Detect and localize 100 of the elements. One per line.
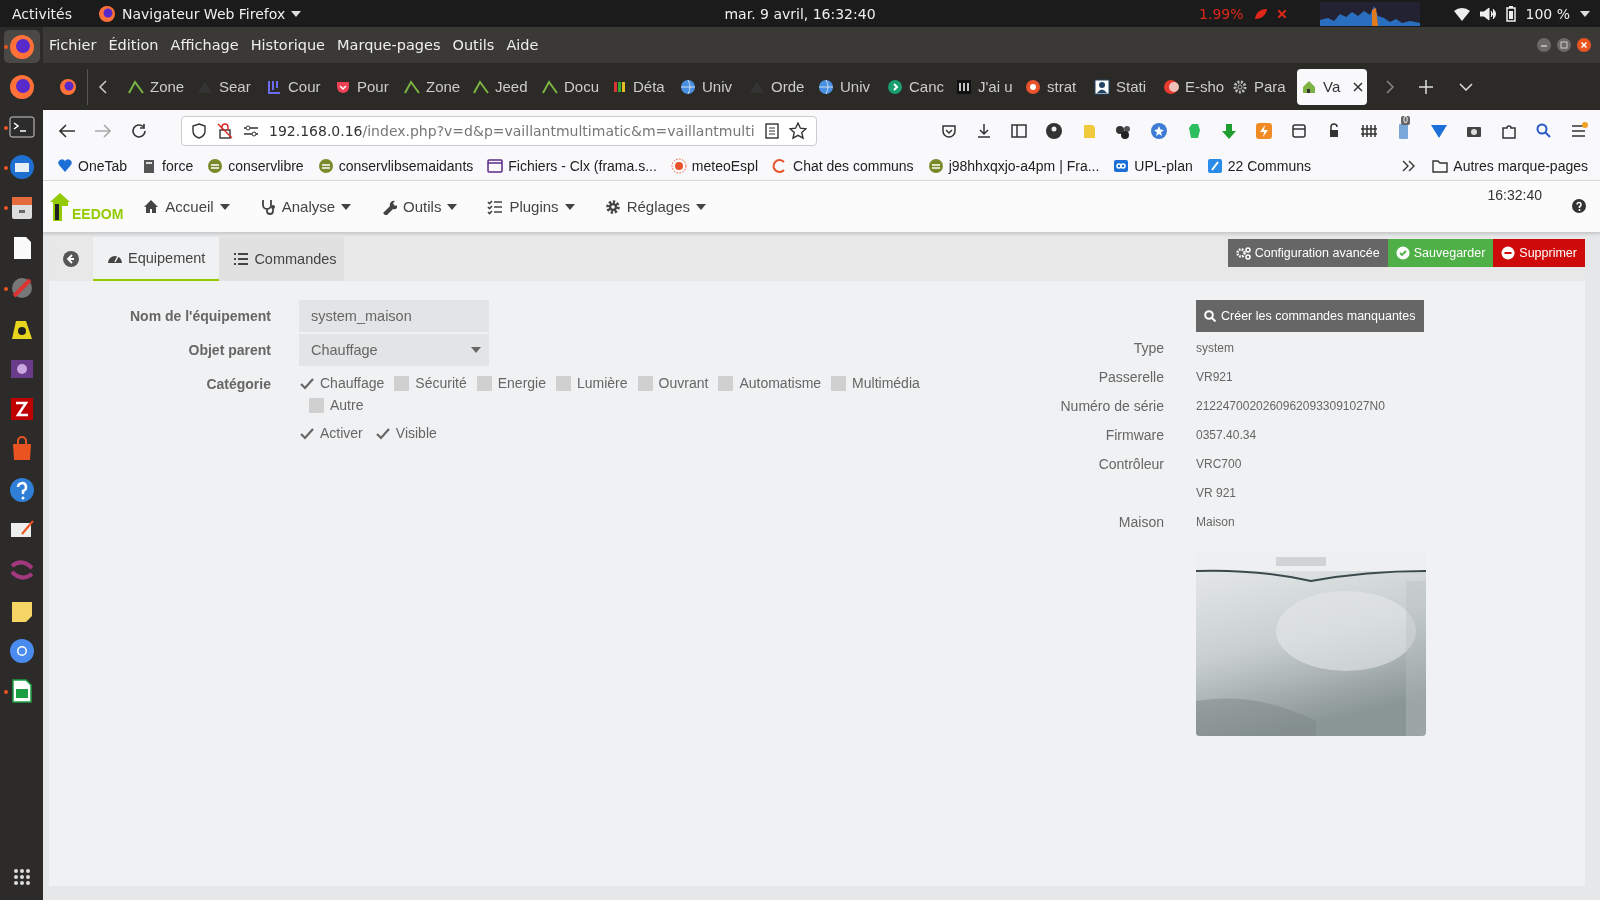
minus-circle-icon: [1501, 246, 1516, 260]
shield-icon[interactable]: [191, 122, 207, 139]
browser-tab[interactable]: Cour: [262, 68, 327, 105]
browser-tab[interactable]: Univ: [676, 68, 741, 105]
browser-tab[interactable]: J'ai u: [952, 68, 1017, 105]
reader-view-icon[interactable]: [764, 122, 779, 139]
delete-button[interactable]: Supprimer: [1493, 239, 1585, 267]
minimize-button[interactable]: [1536, 37, 1552, 53]
clock[interactable]: mar. 9 avril, 16:32:40: [724, 5, 876, 22]
menu-item[interactable]: Affichage: [170, 35, 239, 55]
arrow-down-icon[interactable]: [1220, 121, 1238, 140]
bookmark[interactable]: Fichiers - Clx (frama.s...: [487, 157, 657, 174]
gears-icon: [1235, 246, 1251, 260]
firefox-icon[interactable]: [59, 77, 77, 96]
bookmark-folder[interactable]: Autres marque-pages: [1432, 157, 1588, 174]
browser-tab[interactable]: Zone: [400, 68, 465, 105]
caret-icon: [341, 203, 352, 210]
menu-item[interactable]: Fichier: [49, 35, 97, 55]
new-tab-icon[interactable]: [1419, 79, 1433, 94]
checkbox[interactable]: [394, 375, 410, 391]
maximize-button[interactable]: [1556, 37, 1572, 53]
info-value: 21224700202609620933091027N0: [1196, 398, 1386, 415]
menu-icon[interactable]: [1570, 121, 1588, 140]
bookmark-star-icon[interactable]: [788, 121, 807, 140]
search-icon[interactable]: [1535, 121, 1553, 140]
nav-menu-item[interactable]: Réglages: [604, 198, 706, 215]
sliders-icon[interactable]: [243, 123, 259, 138]
browser-tab[interactable]: Orde: [745, 68, 810, 105]
bookmark[interactable]: force: [141, 157, 194, 174]
browser-tab[interactable]: Docu: [538, 68, 603, 105]
bookmark[interactable]: UPL-plan: [1113, 157, 1193, 174]
nav-menu-item[interactable]: Outils: [381, 198, 458, 215]
address-bar[interactable]: 192.168.0.16/index.php?v=d&p=vaillantmultimatic&m=vaillantmulti: [181, 115, 817, 146]
checkbox[interactable]: [476, 375, 492, 391]
browser-tab[interactable]: Déta: [607, 68, 672, 105]
nav-menu-item[interactable]: Plugins: [487, 198, 575, 215]
create-commands-button[interactable]: Créer les commandes manquantes: [1196, 300, 1424, 332]
back-circle-icon[interactable]: [63, 251, 79, 267]
page-tab[interactable]: Equipement: [93, 237, 220, 281]
activities-button[interactable]: Activités: [12, 5, 72, 22]
app-menu-label[interactable]: Navigateur Web Firefox: [122, 5, 286, 22]
help-icon[interactable]: [1572, 199, 1586, 213]
menu-item[interactable]: Aide: [506, 35, 539, 55]
name-field[interactable]: system_maison: [299, 300, 489, 332]
checkbox[interactable]: [637, 375, 653, 391]
browser-tab[interactable]: Va: [1297, 68, 1367, 105]
browser-tab[interactable]: Pour: [331, 68, 396, 105]
bookmark[interactable]: OneTab: [57, 157, 128, 174]
browser-tab[interactable]: Sear: [193, 68, 258, 105]
circle-icon: [1025, 78, 1041, 95]
menu-item[interactable]: Marque-pages: [337, 35, 441, 55]
browser-tab[interactable]: Zone: [124, 68, 189, 105]
bookmark[interactable]: conservlibsemaidants: [317, 157, 474, 174]
checkbox[interactable]: [718, 375, 734, 391]
url-text[interactable]: 192.168.0.16/index.php?v=d&p=vaillantmultimatic&m=vaillantmulti: [269, 122, 755, 139]
browser-tab[interactable]: Univ: [814, 68, 879, 105]
browser-tab[interactable]: Canc: [883, 68, 948, 105]
nav-menu-item[interactable]: Accueil: [143, 198, 230, 215]
reload-icon[interactable]: [131, 122, 147, 139]
close-button[interactable]: [1576, 37, 1592, 53]
bookmark[interactable]: j98hhxqxjo-a4pm | Fra...: [927, 157, 1100, 174]
browser-tab[interactable]: E-sho: [1159, 68, 1224, 105]
page-tab[interactable]: Commandes: [219, 237, 344, 281]
scroll-right-icon[interactable]: [1385, 79, 1395, 94]
check-circle-icon: [1395, 246, 1410, 260]
sidebar-icon[interactable]: [1010, 121, 1028, 140]
chevron-down-icon[interactable]: [1459, 82, 1473, 91]
checkbox[interactable]: [831, 375, 847, 391]
avatar-icon[interactable]: [1045, 121, 1063, 140]
browser-tab[interactable]: Stati: [1090, 68, 1155, 105]
browser-tab[interactable]: strat: [1021, 68, 1086, 105]
wrench-icon: [381, 198, 398, 215]
bookmark[interactable]: conservlibre: [207, 157, 304, 174]
star-badge-icon[interactable]: [1150, 121, 1168, 140]
checkbox[interactable]: [309, 397, 324, 413]
checkbox-label: Automatisme: [739, 375, 822, 391]
battery-level: 100 %: [1525, 5, 1570, 22]
browser-tab[interactable]: Jeed: [469, 68, 534, 105]
nav-menu-item[interactable]: Analyse: [259, 198, 352, 215]
scroll-left-icon[interactable]: [98, 79, 108, 94]
download-icon[interactable]: [975, 121, 993, 140]
bookmark[interactable]: 22 Communs: [1206, 157, 1311, 174]
config-button[interactable]: Configuration avancée: [1227, 239, 1388, 267]
parent-select[interactable]: Chauffage: [299, 334, 489, 366]
bookmark[interactable]: Chat des communs: [772, 157, 914, 174]
menu-item[interactable]: Édition: [108, 35, 159, 55]
checkbox[interactable]: [556, 375, 571, 391]
more-bookmarks-icon[interactable]: [1402, 159, 1417, 172]
app-grid-icon[interactable]: [12, 868, 31, 886]
crossed-lock-icon[interactable]: [217, 122, 233, 139]
back-icon[interactable]: [59, 123, 75, 138]
bookmark[interactable]: meteoEspl: [670, 157, 758, 174]
menu-item[interactable]: Outils: [452, 35, 495, 55]
browser-tab[interactable]: Para: [1228, 68, 1293, 105]
close-icon[interactable]: [1353, 81, 1363, 92]
menu-item[interactable]: Historique: [250, 35, 326, 55]
person-icon: [1094, 78, 1110, 95]
calendar-icon[interactable]: [1290, 121, 1308, 140]
leaf-badge-icon: [927, 157, 944, 174]
leaf-badge-icon: [207, 157, 224, 174]
